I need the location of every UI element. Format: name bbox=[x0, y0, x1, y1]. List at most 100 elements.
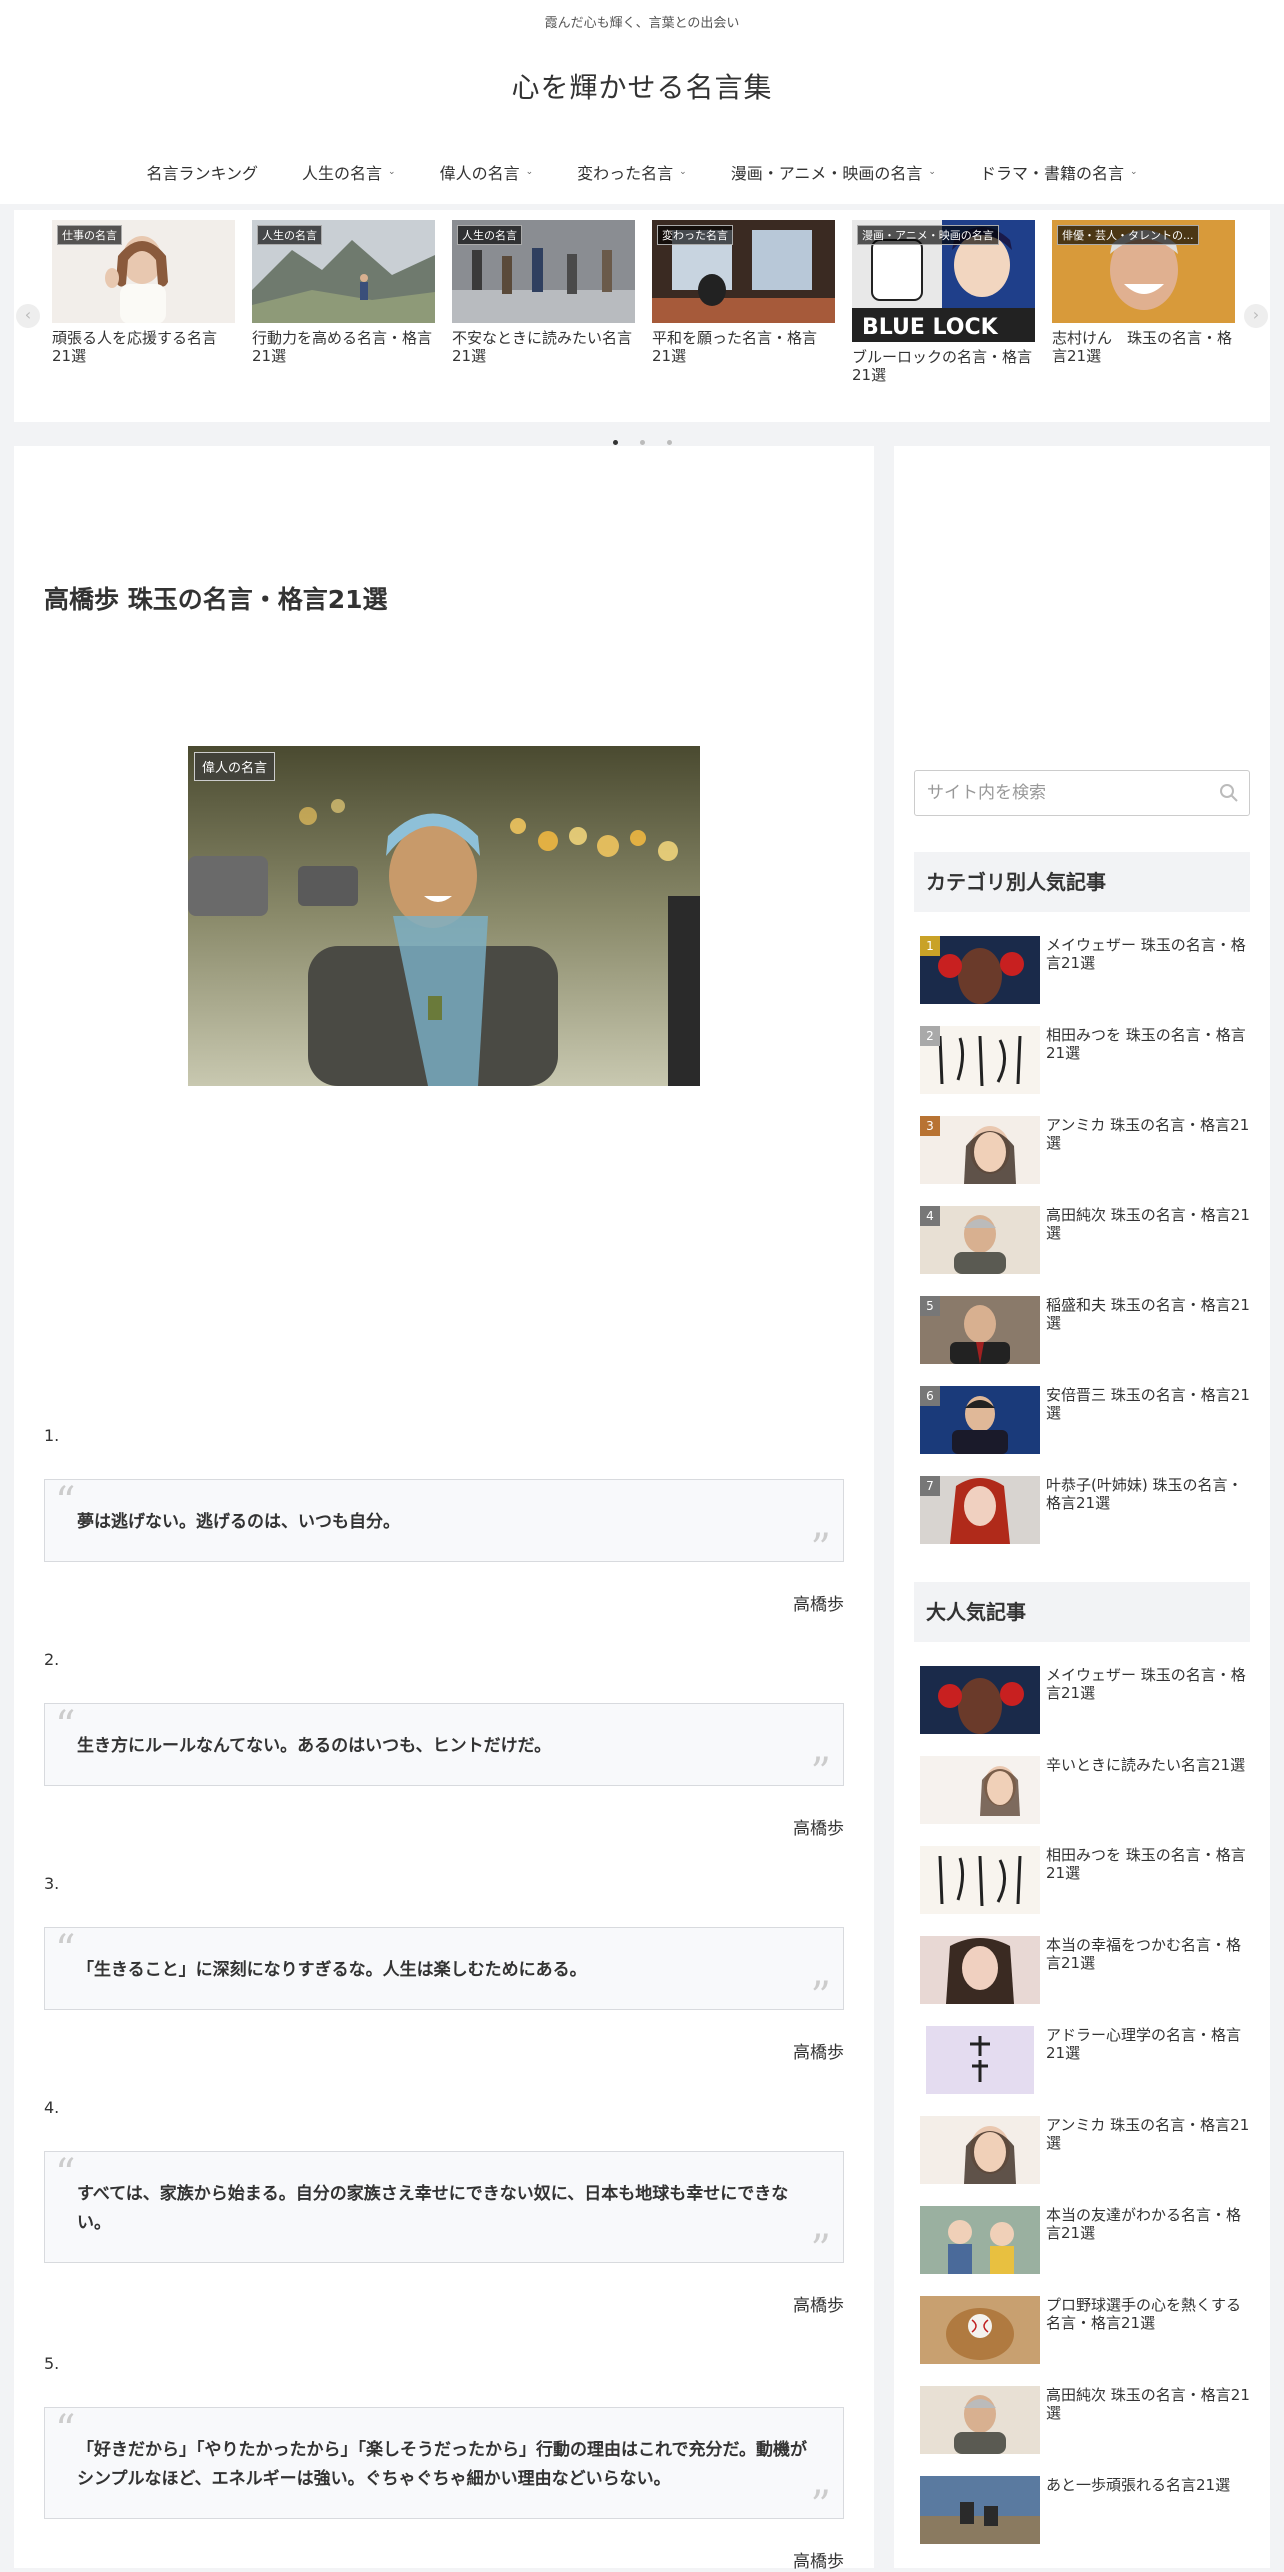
carousel-item-title: 行動力を高める名言・格言21選 bbox=[252, 329, 433, 365]
calligraphy-image bbox=[920, 1846, 1040, 1914]
popular-item[interactable]: あと一歩頑張れる名言21選 bbox=[920, 2476, 1250, 2544]
ranking-item[interactable]: 3 アンミカ 珠玉の名言・格言21選 bbox=[920, 1116, 1250, 1184]
carousel-item[interactable]: 仕事の名言 頑張る人を応援する名言21選 bbox=[52, 220, 235, 365]
popular-thumbnail bbox=[920, 1666, 1040, 1734]
ranking-thumbnail: 4 bbox=[920, 1206, 1040, 1274]
carousel-prev-button[interactable]: ‹ bbox=[16, 304, 40, 328]
popular-item[interactable]: 本当の幸福をつかむ名言・格言21選 bbox=[920, 1936, 1250, 2004]
popular-item[interactable]: プロ野球選手の心を熱くする名言・格言21選 bbox=[920, 2296, 1250, 2364]
search-input[interactable] bbox=[915, 771, 1205, 815]
search-icon[interactable] bbox=[1219, 783, 1239, 803]
carousel-item[interactable]: 人生の名言 行動力を高める名言・格言21選 bbox=[252, 220, 435, 365]
ranking-item[interactable]: 2 相田みつを 珠玉の名言・格言21選 bbox=[920, 1026, 1250, 1094]
popular-item[interactable]: 高田純次 珠玉の名言・格言21選 bbox=[920, 2386, 1250, 2454]
popular-item[interactable]: アドラー心理学の名言・格言21選 bbox=[920, 2026, 1250, 2094]
category-tag: 俳優・芸人・タレントの... bbox=[1057, 225, 1199, 245]
ranking-item[interactable]: 4 高田純次 珠玉の名言・格言21選 bbox=[920, 1206, 1250, 1274]
category-tag: 仕事の名言 bbox=[57, 225, 122, 245]
open-quote-icon: “ bbox=[55, 1479, 76, 1525]
popular-thumbnail bbox=[920, 2476, 1040, 2544]
quote-box: “ 「生きること」に深刻になりすぎるな。人生は楽しむためにある。 ” bbox=[44, 1927, 844, 2017]
rank-badge: 4 bbox=[920, 1206, 940, 1226]
quote-item: 5. “ 「好きだから」「やりたかったから」「楽しそうだったから」行動の理由はこ… bbox=[44, 2354, 844, 2572]
ranking-item[interactable]: 7 叶恭子(叶姉妹) 珠玉の名言・格言21選 bbox=[920, 1476, 1250, 1544]
quote-text: 「好きだから」「やりたかったから」「楽しそうだったから」行動の理由はこれで充分だ… bbox=[77, 2440, 807, 2489]
popular-item[interactable]: 相田みつを 珠玉の名言・格言21選 bbox=[920, 1846, 1250, 1914]
nav-label: 名言ランキング bbox=[146, 164, 259, 183]
nav-item-ranking[interactable]: 名言ランキング bbox=[124, 160, 280, 184]
carousel-item-title: 志村けん 珠玉の名言・格言21選 bbox=[1052, 329, 1233, 365]
category-tag: 人生の名言 bbox=[257, 225, 322, 245]
carousel-dot[interactable] bbox=[639, 440, 645, 445]
older-man-image bbox=[920, 2386, 1040, 2454]
category-tag: 変わった名言 bbox=[657, 225, 733, 245]
popular-thumbnail bbox=[920, 1936, 1040, 2004]
ranking-item[interactable]: 1 メイウェザー 珠玉の名言・格言21選 bbox=[920, 936, 1250, 1004]
open-quote-icon: “ bbox=[55, 2151, 76, 2197]
psychology-book-image bbox=[920, 2026, 1040, 2094]
popular-title: 相田みつを 珠玉の名言・格言21選 bbox=[1046, 1846, 1246, 1882]
nav-label: 偉人の名言 bbox=[439, 164, 520, 183]
ranking-title: 稲盛和夫 珠玉の名言・格言21選 bbox=[1046, 1296, 1250, 1332]
rank-badge: 2 bbox=[920, 1026, 940, 1046]
popular-item[interactable]: 辛いときに読みたい名言21選 bbox=[920, 1756, 1250, 1824]
carousel-item[interactable]: 変わった名言 平和を願った名言・格言21選 bbox=[652, 220, 835, 365]
nav-item-unusual[interactable]: 変わった名言 ⌄ bbox=[555, 160, 709, 184]
carousel-item[interactable]: BLUE LOCK 漫画・アニメ・映画の名言 ブルーロックの名言・格言21選 bbox=[852, 220, 1035, 384]
ranking-thumbnail: 2 bbox=[920, 1026, 1040, 1094]
quote-item: 4. “ すべては、家族から始まる。自分の家族さえ幸せにできない奴に、日本も地球… bbox=[44, 2098, 844, 2316]
quote-item: 2. “ 生き方にルールなんてない。あるのはいつも、ヒントだけだ。 ” 高橋歩 bbox=[44, 1650, 844, 1839]
category-tag: 偉人の名言 bbox=[194, 752, 276, 781]
carousel-thumbnail: 変わった名言 bbox=[652, 220, 835, 323]
close-quote-icon: ” bbox=[810, 1974, 831, 2020]
rank-badge: 3 bbox=[920, 1116, 940, 1136]
quote-author: 高橋歩 bbox=[793, 1819, 844, 1839]
woman-thinking-image bbox=[920, 1756, 1040, 1824]
ranking-item[interactable]: 6 安倍晋三 珠玉の名言・格言21選 bbox=[920, 1386, 1250, 1454]
category-tag: 漫画・アニメ・映画の名言 bbox=[857, 225, 999, 245]
ranking-title: 高田純次 珠玉の名言・格言21選 bbox=[1046, 1206, 1250, 1242]
popular-item[interactable]: メイウェザー 珠玉の名言・格言21選 bbox=[920, 1666, 1250, 1734]
popular-item[interactable]: アンミカ 珠玉の名言・格言21選 bbox=[920, 2116, 1250, 2184]
quote-number: 5. bbox=[44, 2354, 60, 2373]
quote-box: “ 夢は逃げない。逃げるのは、いつも自分。 ” bbox=[44, 1479, 844, 1569]
carousel-dot[interactable] bbox=[666, 440, 672, 445]
nav-item-drama-books[interactable]: ドラマ・書籍の名言 ⌄ bbox=[958, 160, 1160, 184]
popular-title: 本当の友達がわかる名言・格言21選 bbox=[1046, 2206, 1242, 2242]
carousel-item-title: 頑張る人を応援する名言21選 bbox=[52, 329, 218, 365]
carousel-next-button[interactable]: › bbox=[1244, 304, 1268, 328]
ranking-thumbnail: 7 bbox=[920, 1476, 1040, 1544]
popular-thumbnail bbox=[920, 2116, 1040, 2184]
nav-item-great-people[interactable]: 偉人の名言 ⌄ bbox=[418, 160, 556, 184]
nav-label: ドラマ・書籍の名言 bbox=[979, 164, 1124, 183]
nav-label: 人生の名言 bbox=[302, 164, 383, 183]
popular-title: あと一歩頑張れる名言21選 bbox=[1046, 2476, 1231, 2494]
carousel-dot[interactable] bbox=[612, 440, 618, 445]
category-tag: 人生の名言 bbox=[457, 225, 522, 245]
rank-badge: 7 bbox=[920, 1476, 940, 1496]
category-popular-heading: カテゴリ別人気記事 bbox=[914, 852, 1250, 912]
carousel-item[interactable]: 俳優・芸人・タレントの... 志村けん 珠玉の名言・格言21選 bbox=[1052, 220, 1235, 365]
ranking-item[interactable]: 5 稲盛和夫 珠玉の名言・格言21選 bbox=[920, 1296, 1250, 1364]
site-tagline: 霞んだ心も輝く、言葉との出会い bbox=[544, 16, 740, 31]
popular-thumbnail bbox=[920, 2296, 1040, 2364]
popular-thumbnail bbox=[920, 1846, 1040, 1914]
quote-item: 1. “ 夢は逃げない。逃げるのは、いつも自分。 ” 高橋歩 bbox=[44, 1426, 844, 1615]
chevron-down-icon: ⌄ bbox=[928, 167, 936, 177]
quote-text: 「生きること」に深刻になりすぎるな。人生は楽しむためにある。 bbox=[77, 1960, 587, 1980]
chevron-down-icon: ⌄ bbox=[525, 167, 534, 177]
rank-badge: 5 bbox=[920, 1296, 940, 1316]
baseball-glove-image bbox=[920, 2296, 1040, 2364]
quote-box: “ すべては、家族から始まる。自分の家族さえ幸せにできない奴に、日本も地球も幸せ… bbox=[44, 2151, 844, 2270]
carousel-item[interactable]: 人生の名言 不安なときに読みたい名言21選 bbox=[452, 220, 635, 365]
popular-thumbnail bbox=[920, 2026, 1040, 2094]
quote-author: 高橋歩 bbox=[793, 1595, 844, 1615]
popular-item[interactable]: 本当の友達がわかる名言・格言21選 bbox=[920, 2206, 1250, 2274]
woman-portrait-image bbox=[920, 2116, 1040, 2184]
quote-author: 高橋歩 bbox=[793, 2296, 844, 2316]
nav-item-manga-anime-movie[interactable]: 漫画・アニメ・映画の名言 ⌄ bbox=[709, 160, 958, 184]
site-title-link[interactable]: 心を輝かせる名言集 bbox=[0, 66, 1284, 106]
nav-item-life[interactable]: 人生の名言 ⌄ bbox=[280, 160, 418, 184]
carousel-thumbnail: 俳優・芸人・タレントの... bbox=[1052, 220, 1235, 323]
children-playing-image bbox=[920, 2206, 1040, 2274]
